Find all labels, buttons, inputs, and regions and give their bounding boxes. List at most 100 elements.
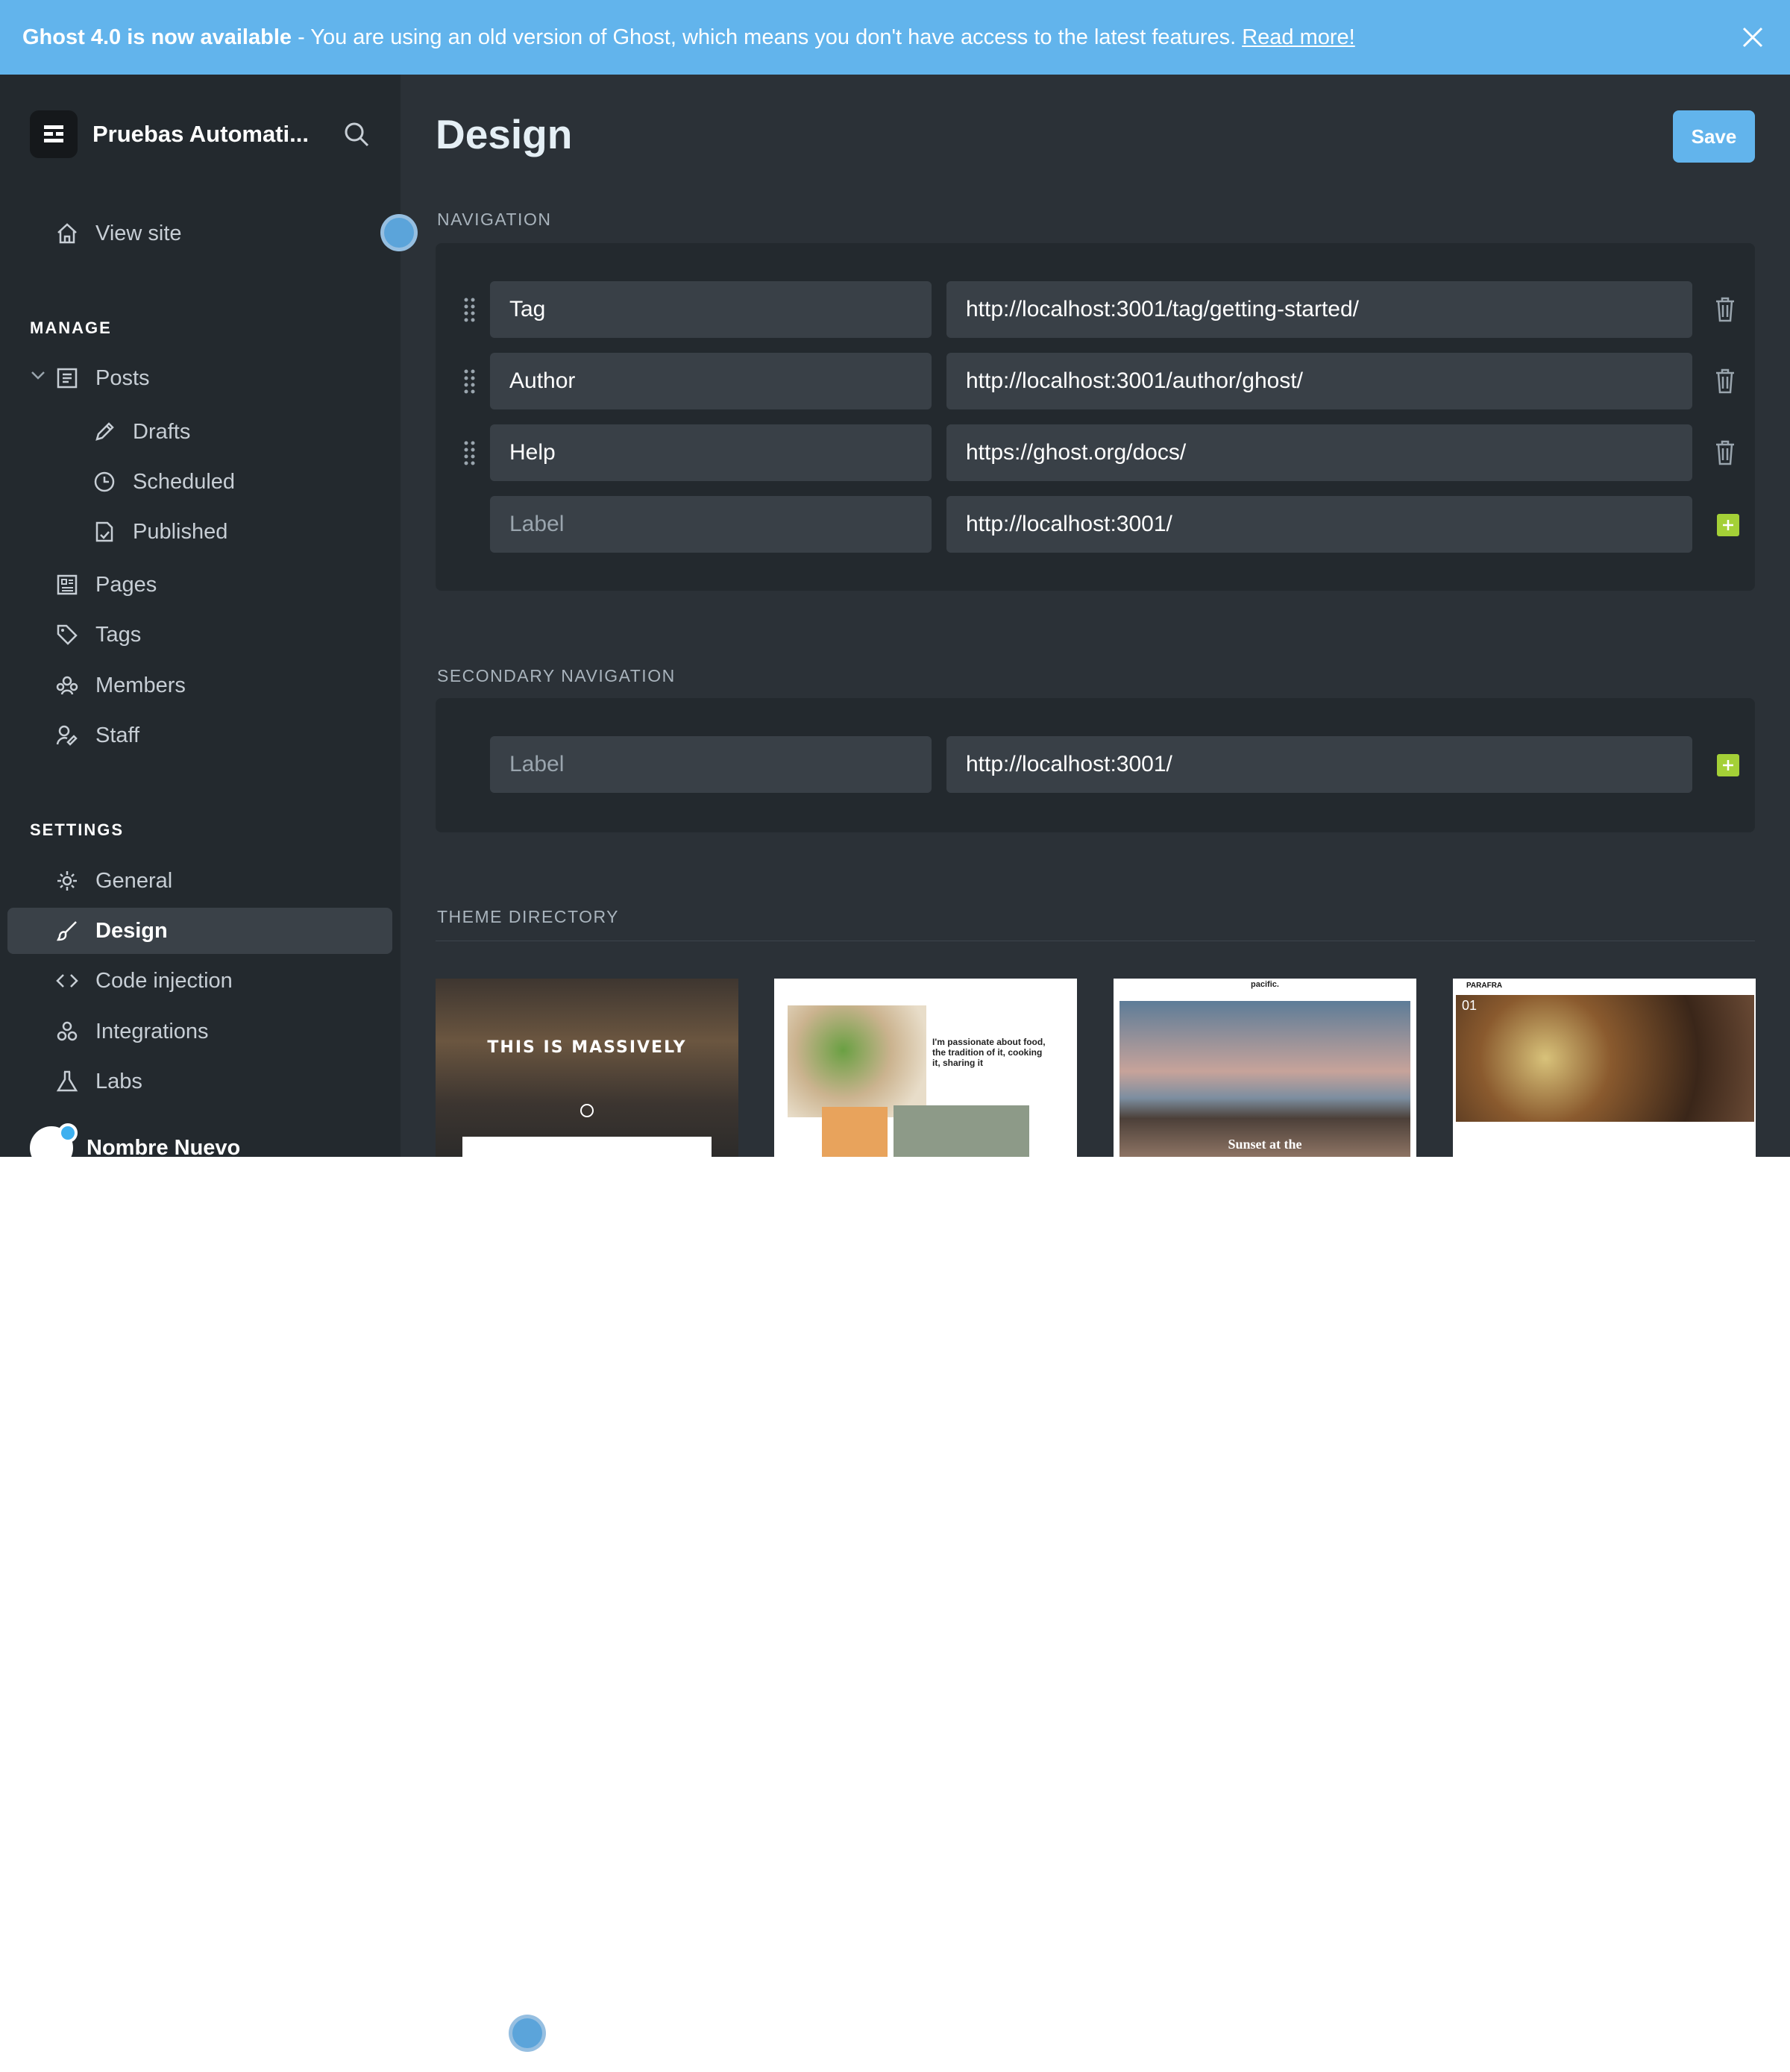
add-navigation-button[interactable] <box>1717 514 1739 536</box>
update-banner: Ghost 4.0 is now available - You are usi… <box>0 0 1790 75</box>
sidebar: Pruebas Automati... View site MANAGE Pos… <box>0 75 401 1157</box>
brush-icon <box>54 917 81 944</box>
sidebar-item-code-injection[interactable]: Code injection <box>7 958 392 1004</box>
sidebar-item-labs[interactable]: Labs <box>7 1058 392 1105</box>
notification-dot <box>58 1123 78 1143</box>
slide-number: 03 <box>1726 1123 1742 1138</box>
posts-icon <box>54 365 81 392</box>
trash-icon[interactable] <box>1714 296 1736 327</box>
app-shell: Pruebas Automati... View site MANAGE Pos… <box>0 75 1790 1157</box>
navigation-new-item: Label http://localhost:3001/ <box>436 496 1755 553</box>
integrations-icon <box>54 1018 81 1045</box>
navigation-url-input[interactable]: https://ghost.org/docs/ <box>946 424 1692 481</box>
settings-section-label: SETTINGS <box>30 820 125 839</box>
theme-heading: Sunset at the <box>1228 1137 1302 1152</box>
theme-heading: I'm passionate about food, the tradition… <box>932 1037 1046 1068</box>
ghost-logo-icon <box>30 110 78 158</box>
new-secondary-label-input[interactable]: Label <box>490 736 932 793</box>
secondary-navigation-section-label: SECONDARY NAVIGATION <box>437 666 676 685</box>
sidebar-item-members[interactable]: Members <box>7 662 392 709</box>
navigation-item: Help https://ghost.org/docs/ <box>436 424 1755 481</box>
sidebar-item-scheduled[interactable]: Scheduled <box>7 459 392 505</box>
slide-number: 02 <box>1695 1123 1710 1138</box>
navigation-item: Tag http://localhost:3001/tag/getting-st… <box>436 281 1755 338</box>
trash-icon[interactable] <box>1714 439 1736 470</box>
drag-handle-icon[interactable] <box>462 368 477 398</box>
members-icon <box>54 672 81 699</box>
sidebar-item-tags[interactable]: Tags <box>7 612 392 658</box>
sidebar-item-label: Code injection <box>95 968 233 993</box>
theme-card-massively[interactable]: THIS IS MASSIVELY <box>436 979 738 1157</box>
navigation-url-input[interactable]: http://localhost:3001/tag/getting-starte… <box>946 281 1692 338</box>
sidebar-item-drafts[interactable]: Drafts <box>7 409 392 455</box>
secondary-navigation-new-item: Label http://localhost:3001/ <box>436 736 1755 793</box>
drag-handle-icon[interactable] <box>462 439 477 470</box>
navigation-url-input[interactable]: http://localhost:3001/author/ghost/ <box>946 353 1692 409</box>
staff-icon <box>54 722 81 749</box>
theme-preview-orange-card <box>822 1107 888 1157</box>
sidebar-item-label: Integrations <box>95 1019 209 1043</box>
manage-section-label: MANAGE <box>30 318 112 337</box>
sidebar-item-staff[interactable]: Staff <box>7 712 392 759</box>
theme-brand: pacific. <box>1251 980 1279 989</box>
add-secondary-navigation-button[interactable] <box>1717 754 1739 776</box>
trash-icon[interactable] <box>1714 368 1736 398</box>
play-icon <box>580 1104 594 1117</box>
navigation-label-input[interactable]: Author <box>490 353 932 409</box>
navigation-section-label: NAVIGATION <box>437 210 552 229</box>
code-icon <box>54 967 81 994</box>
sidebar-item-label: Staff <box>95 723 140 747</box>
new-secondary-url-input[interactable]: http://localhost:3001/ <box>946 736 1692 793</box>
sidebar-item-label: Drafts <box>133 419 191 444</box>
theme-heading: THIS IS MASSIVELY <box>487 1038 687 1057</box>
navigation-label-input[interactable]: Help <box>490 424 932 481</box>
slide-number: 01 <box>1462 998 1477 1013</box>
theme-preview-image <box>1456 995 1754 1122</box>
banner-title: Ghost 4.0 is now available <box>22 25 292 49</box>
sidebar-item-label: Posts <box>95 365 150 390</box>
user-name: Nombre Nuevo <box>87 1135 241 1158</box>
pages-icon <box>54 571 81 598</box>
sidebar-item-general[interactable]: General <box>7 858 392 904</box>
theme-preview-image <box>788 1005 926 1117</box>
sidebar-item-label: Pages <box>95 572 157 597</box>
gear-icon <box>54 867 81 894</box>
theme-preview-card <box>894 1105 1029 1157</box>
tag-icon <box>54 621 81 648</box>
theme-directory-section-label: THEME DIRECTORY <box>437 907 620 926</box>
new-navigation-url-input[interactable]: http://localhost:3001/ <box>946 496 1692 553</box>
banner-read-more-link[interactable]: Read more! <box>1242 25 1355 50</box>
sidebar-item-label: Members <box>95 673 186 697</box>
main-content: Design Save NAVIGATION Tag http://localh… <box>401 75 1790 1157</box>
pencil-icon <box>91 418 118 445</box>
user-menu[interactable]: Nombre Nuevo <box>30 1123 241 1158</box>
sidebar-item-design[interactable]: Design <box>7 908 392 954</box>
save-button[interactable]: Save <box>1673 110 1755 163</box>
site-title: Pruebas Automati... <box>92 121 309 147</box>
clock-icon <box>91 468 118 495</box>
search-icon[interactable] <box>343 121 370 151</box>
new-navigation-label-input[interactable]: Label <box>490 496 932 553</box>
published-icon <box>91 518 118 545</box>
sidebar-item-published[interactable]: Published <box>7 509 392 555</box>
theme-card-parafra[interactable]: PARAFRA 01 02 03 <box>1453 979 1756 1157</box>
sidebar-item-view-site[interactable]: View site <box>7 210 392 257</box>
home-icon <box>54 220 81 247</box>
secondary-navigation-panel: Label http://localhost:3001/ <box>436 698 1755 832</box>
sidebar-item-integrations[interactable]: Integrations <box>7 1008 392 1055</box>
close-icon[interactable] <box>1738 22 1768 52</box>
brand[interactable]: Pruebas Automati... <box>30 110 309 158</box>
theme-card-pacific[interactable]: pacific. Sunset at the <box>1114 979 1416 1157</box>
sidebar-item-label: Design <box>95 918 168 943</box>
sidebar-item-label: Published <box>133 519 228 544</box>
sidebar-item-pages[interactable]: Pages <box>7 562 392 608</box>
theme-heading: PARAFRA <box>1466 982 1503 990</box>
drag-handle-icon[interactable] <box>462 296 477 327</box>
sidebar-item-label: Scheduled <box>133 469 236 494</box>
navigation-label-input[interactable]: Tag <box>490 281 932 338</box>
theme-card-food[interactable]: I'm passionate about food, the tradition… <box>774 979 1077 1157</box>
sidebar-item-label: General <box>95 868 173 893</box>
banner-message: - You are using an old version of Ghost,… <box>292 25 1237 49</box>
sidebar-item-posts[interactable]: Posts <box>7 355 392 401</box>
avatar <box>30 1123 78 1157</box>
